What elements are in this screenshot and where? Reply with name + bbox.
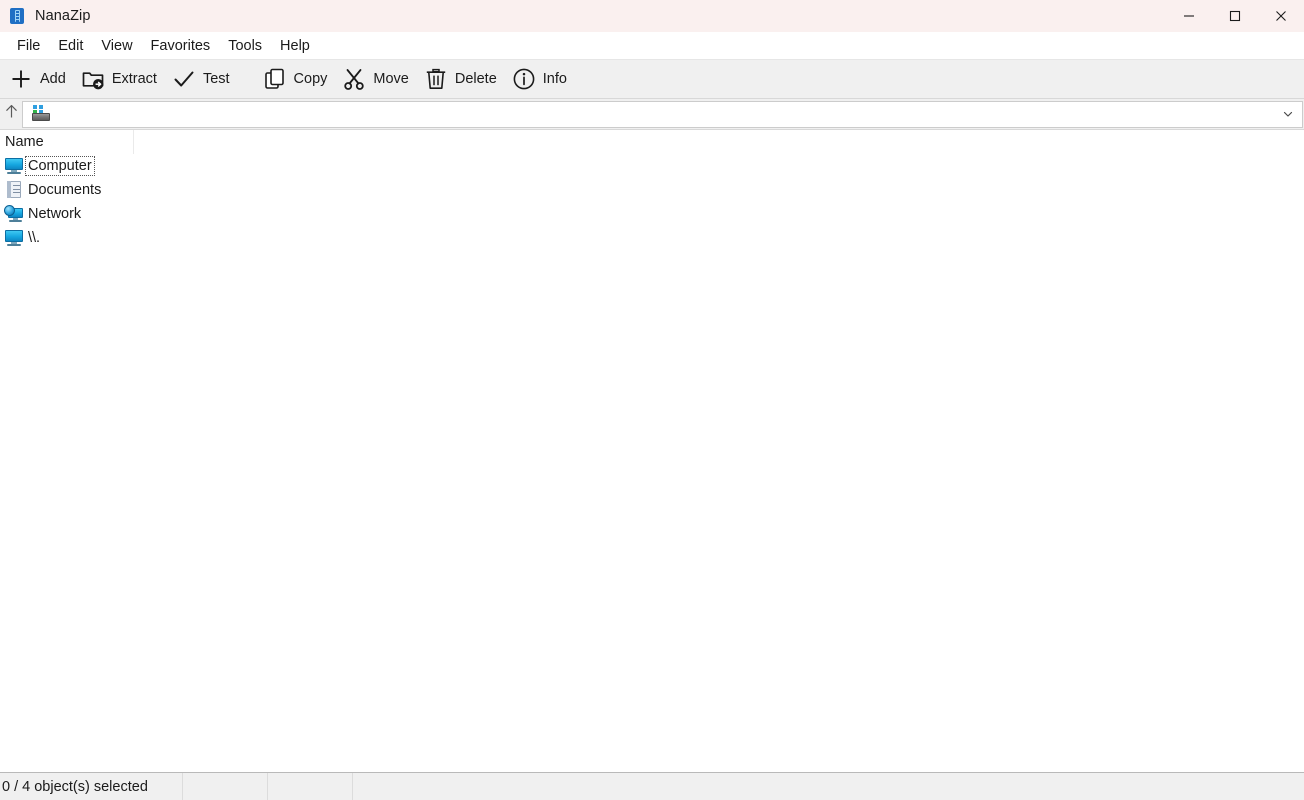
plus-icon	[8, 66, 34, 92]
arrow-up-icon	[3, 103, 20, 125]
maximize-button[interactable]	[1212, 0, 1258, 32]
extract-button-label: Extract	[111, 71, 157, 87]
address-bar	[0, 99, 1304, 130]
nanazip-window: NanaZip File Edit View Favorites Tools H…	[0, 0, 1304, 800]
status-selection: 0 / 4 object(s) selected	[0, 773, 183, 800]
nanazip-icon	[9, 8, 25, 24]
minimize-icon	[1184, 15, 1194, 17]
file-list-view[interactable]: Name Computer Documents Network \\.	[0, 130, 1304, 772]
folder-extract-icon	[80, 66, 106, 92]
menu-item-file[interactable]: File	[8, 35, 49, 57]
column-header-name[interactable]: Name	[0, 130, 134, 154]
list-item-unc-root[interactable]: \\.	[0, 226, 1304, 250]
copy-button[interactable]: Copy	[256, 61, 336, 98]
column-header-filler	[134, 130, 1304, 154]
list-item-label: Network	[28, 206, 82, 222]
window-title: NanaZip	[35, 8, 91, 24]
checkmark-icon	[171, 66, 197, 92]
list-rows: Computer Documents Network \\.	[0, 154, 1304, 250]
close-button[interactable]	[1258, 0, 1304, 32]
close-icon	[1276, 11, 1286, 21]
navigate-up-button[interactable]	[0, 99, 22, 129]
path-combobox[interactable]	[22, 100, 1303, 128]
toolbar: Add Extract Test Copy Move Delete Info	[0, 60, 1304, 99]
minimize-button[interactable]	[1166, 0, 1212, 32]
extract-button[interactable]: Extract	[74, 61, 165, 98]
info-button[interactable]: Info	[505, 61, 575, 98]
list-column-header: Name	[0, 130, 1304, 154]
title-bar-left: NanaZip	[0, 8, 91, 24]
menu-bar: File Edit View Favorites Tools Help	[0, 32, 1304, 60]
monitor-icon	[4, 229, 24, 247]
delete-button[interactable]: Delete	[417, 61, 505, 98]
chevron-down-icon	[1283, 111, 1293, 117]
document-icon	[4, 181, 24, 199]
path-dropdown-button[interactable]	[1274, 102, 1302, 127]
list-item-label: Computer	[25, 156, 95, 176]
window-controls	[1166, 0, 1304, 32]
list-item-computer[interactable]: Computer	[0, 154, 1304, 178]
maximize-icon	[1229, 10, 1241, 22]
trash-icon	[423, 66, 449, 92]
menu-item-view[interactable]: View	[92, 35, 141, 57]
path-input[interactable]	[55, 105, 1274, 123]
status-bar: 0 / 4 object(s) selected	[0, 772, 1304, 800]
menu-item-favorites[interactable]: Favorites	[142, 35, 220, 57]
monitor-icon	[4, 157, 24, 175]
copy-button-label: Copy	[293, 71, 328, 87]
move-button-label: Move	[373, 71, 409, 87]
status-packed-size	[268, 773, 353, 800]
info-circle-icon	[511, 66, 537, 92]
add-button-label: Add	[40, 71, 66, 87]
status-extra	[353, 773, 1304, 800]
computer-icon	[31, 105, 51, 123]
list-item-label: Documents	[28, 182, 102, 198]
test-button-label: Test	[202, 71, 230, 87]
menu-item-tools[interactable]: Tools	[219, 35, 271, 57]
scissors-icon	[341, 66, 367, 92]
add-button[interactable]: Add	[2, 61, 74, 98]
status-size	[183, 773, 268, 800]
move-button[interactable]: Move	[335, 61, 416, 98]
test-button[interactable]: Test	[165, 61, 238, 98]
delete-button-label: Delete	[454, 71, 497, 87]
list-item-label: \\.	[28, 230, 41, 246]
menu-item-edit[interactable]: Edit	[49, 35, 92, 57]
list-item-documents[interactable]: Documents	[0, 178, 1304, 202]
network-icon	[4, 205, 24, 223]
list-item-network[interactable]: Network	[0, 202, 1304, 226]
info-button-label: Info	[542, 71, 567, 87]
menu-item-help[interactable]: Help	[271, 35, 319, 57]
title-bar: NanaZip	[0, 0, 1304, 32]
copy-pages-icon	[262, 66, 288, 92]
